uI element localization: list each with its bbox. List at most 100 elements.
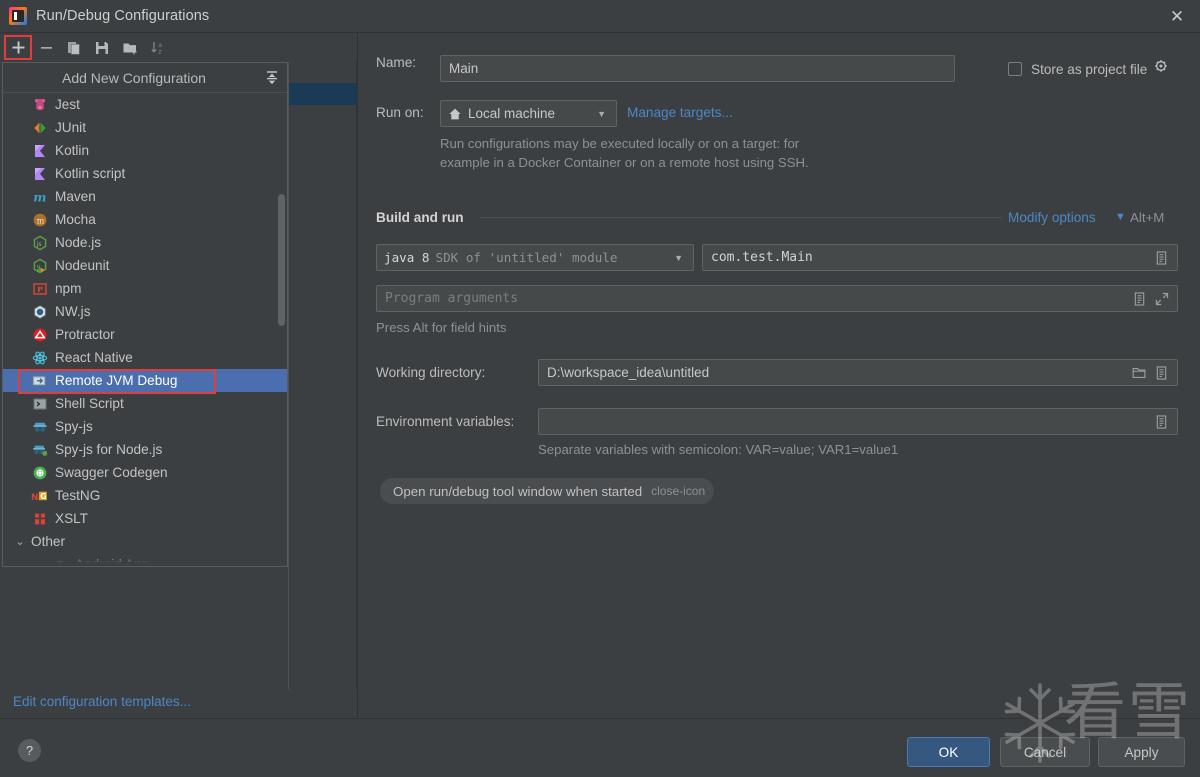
popup-header: Add New Configuration xyxy=(3,63,287,93)
apply-button[interactable]: Apply xyxy=(1098,737,1185,767)
config-type-label: Node.js xyxy=(55,235,101,250)
build-and-run-divider xyxy=(480,217,1002,218)
name-input[interactable]: Main xyxy=(440,55,955,82)
expand-field-icon[interactable] xyxy=(1154,250,1169,266)
config-type-item[interactable]: NG TestNG xyxy=(3,484,287,507)
expand-editor-icon[interactable] xyxy=(1154,291,1169,307)
program-arguments-input[interactable]: Program arguments xyxy=(376,285,1178,312)
open-tool-window-chip[interactable]: Open run/debug tool window when started … xyxy=(380,478,714,504)
name-label: Name: xyxy=(376,55,440,70)
modify-options-chevron-icon[interactable]: ▼ xyxy=(1115,211,1126,223)
config-type-item[interactable]: Spy-js for Node.js xyxy=(3,438,287,461)
jdk-chevron-down-icon[interactable]: ▼ xyxy=(668,253,689,263)
move-into-folder-button[interactable] xyxy=(116,36,144,60)
name-input-value: Main xyxy=(449,61,478,76)
tree-column-separator xyxy=(288,62,289,689)
jdk-combobox[interactable]: java 8 SDK of 'untitled' module ▼ xyxy=(376,244,694,271)
config-type-item[interactable]: Spy-js xyxy=(3,415,287,438)
chevron-down-icon[interactable]: ▼ xyxy=(591,109,612,119)
config-type-label: TestNG xyxy=(55,488,100,503)
store-as-project-file-row[interactable]: Store as project file xyxy=(1008,59,1169,79)
config-type-label: Kotlin xyxy=(55,143,89,158)
edit-configuration-templates-link[interactable]: Edit configuration templates... xyxy=(13,694,191,709)
main-class-input[interactable]: com.test.Main xyxy=(702,244,1178,271)
jest-icon xyxy=(31,96,48,113)
manage-targets-link[interactable]: Manage targets... xyxy=(627,105,733,120)
store-as-project-file-checkbox[interactable] xyxy=(1008,62,1022,76)
home-icon xyxy=(448,107,462,121)
program-arguments-placeholder: Program arguments xyxy=(385,291,518,306)
testng-icon: NG xyxy=(31,487,48,504)
run-on-hint-line2: example in a Docker Container or on a re… xyxy=(440,153,980,172)
config-type-label: Swagger Codegen xyxy=(55,465,168,480)
config-type-item[interactable]: ⌄ Other xyxy=(3,530,287,553)
gear-icon[interactable] xyxy=(1154,59,1169,79)
config-type-item[interactable]: NW.js xyxy=(3,300,287,323)
run-on-combobox[interactable]: Local machine ▼ xyxy=(440,100,617,127)
save-configuration-button[interactable] xyxy=(88,36,116,60)
svg-text:z: z xyxy=(158,48,161,55)
junit-icon xyxy=(31,119,48,136)
run-on-label: Run on: xyxy=(376,105,424,120)
ok-button[interactable]: OK xyxy=(907,737,990,767)
expand-field-icon[interactable] xyxy=(1132,291,1147,307)
tree-selected-row[interactable] xyxy=(289,83,357,105)
config-type-label: Maven xyxy=(55,189,96,204)
popup-list-scrollbar[interactable] xyxy=(278,194,285,326)
config-type-label: Jest xyxy=(55,97,80,112)
expand-field-icon[interactable] xyxy=(1154,414,1169,430)
config-type-item[interactable]: JUnit xyxy=(3,116,287,139)
environment-variables-hint: Separate variables with semicolon: VAR=v… xyxy=(538,440,898,459)
protractor-icon xyxy=(31,326,48,343)
sort-alphabetical-icon: a z xyxy=(150,40,166,56)
remote-jvm-debug-icon xyxy=(31,372,48,389)
config-type-item[interactable]: Swagger Codegen xyxy=(3,461,287,484)
config-type-item[interactable]: Protractor xyxy=(3,323,287,346)
config-type-item[interactable]: js Node.js xyxy=(3,231,287,254)
config-type-item[interactable]: XSLT xyxy=(3,507,287,530)
intellij-idea-icon xyxy=(9,7,27,25)
kotlin-icon xyxy=(31,142,48,159)
config-type-item[interactable]: Kotlin xyxy=(3,139,287,162)
config-type-item[interactable]: Kotlin script xyxy=(3,162,287,185)
sort-configurations-button[interactable]: a z xyxy=(144,36,172,60)
close-icon[interactable]: close-icon xyxy=(651,484,705,498)
mocha-icon: m xyxy=(31,211,48,228)
config-type-item[interactable]: React Native xyxy=(3,346,287,369)
close-icon[interactable]: ✕ xyxy=(1154,0,1200,33)
nodejs-icon: js xyxy=(31,234,48,251)
folder-icon[interactable] xyxy=(1132,365,1147,381)
config-type-item[interactable]: Shell Script xyxy=(3,392,287,415)
configuration-type-list[interactable]: JestJUnitKotlinKotlin scriptmMavenmMocha… xyxy=(3,93,287,566)
config-type-label: Spy-js xyxy=(55,419,93,434)
config-type-item[interactable]: npm xyxy=(3,277,287,300)
chevron-down-icon[interactable]: ⌄ xyxy=(13,535,27,548)
config-type-label: Other xyxy=(31,534,65,549)
config-type-item[interactable]: Jest xyxy=(3,93,287,116)
working-directory-input[interactable]: D:\workspace_idea\untitled xyxy=(538,359,1178,386)
modify-options-link[interactable]: Modify options xyxy=(1008,210,1096,225)
svg-text:G: G xyxy=(40,492,47,501)
build-and-run-title: Build and run xyxy=(376,210,464,225)
config-type-item[interactable]: mMaven xyxy=(3,185,287,208)
config-type-label: Shell Script xyxy=(55,396,124,411)
add-configuration-button[interactable] xyxy=(4,36,32,60)
copy-configuration-button[interactable] xyxy=(60,36,88,60)
remove-configuration-button[interactable] xyxy=(32,36,60,60)
config-type-item[interactable]: Remote JVM Debug xyxy=(3,369,287,392)
expand-field-icon[interactable] xyxy=(1154,365,1169,381)
environment-variables-row: Environment variables: xyxy=(376,414,514,429)
help-button[interactable]: ? xyxy=(18,739,41,762)
cancel-button[interactable]: Cancel xyxy=(1000,737,1090,767)
window-title: Run/Debug Configurations xyxy=(36,8,209,24)
config-type-item[interactable]: mMocha xyxy=(3,208,287,231)
svg-text:js: js xyxy=(35,241,41,248)
config-type-label: Kotlin script xyxy=(55,166,125,181)
kotlin-script-icon xyxy=(31,165,48,182)
config-type-item[interactable]: uNodeunit xyxy=(3,254,287,277)
pin-collapse-icon[interactable] xyxy=(264,69,280,86)
environment-variables-input[interactable] xyxy=(538,408,1178,435)
main-class-value: com.test.Main xyxy=(711,250,813,265)
svg-text:N: N xyxy=(31,492,39,502)
working-directory-label: Working directory: xyxy=(376,365,485,380)
